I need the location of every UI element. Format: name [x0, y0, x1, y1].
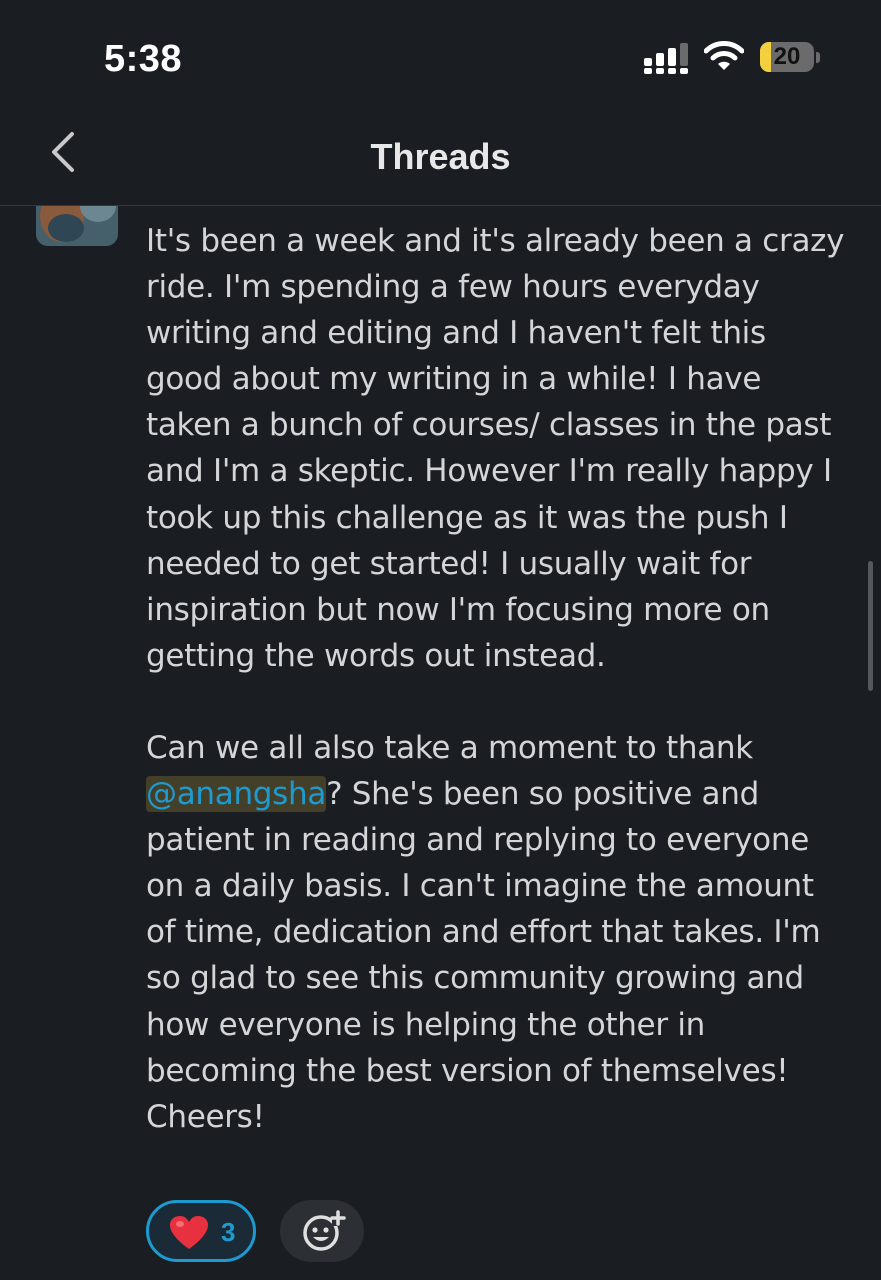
- avatar-image: [36, 206, 118, 246]
- message-paragraph-2: Can we all also take a moment to thank @…: [146, 725, 846, 1140]
- add-reaction-button[interactable]: [280, 1200, 364, 1262]
- message-text-before-mention: Can we all also take a moment to thank: [146, 729, 753, 766]
- heart-icon: [170, 1216, 208, 1249]
- signal-icon: [644, 43, 688, 74]
- user-mention[interactable]: @anangsha: [146, 776, 326, 813]
- avatar[interactable]: [36, 206, 118, 246]
- battery-cap: [816, 52, 820, 63]
- battery-indicator: 20: [760, 42, 820, 74]
- add-reaction-icon: [303, 1210, 346, 1251]
- status-bar: 5:38 20: [0, 0, 881, 110]
- status-time: 5:38: [104, 38, 183, 80]
- reaction-count: 3: [221, 1217, 236, 1247]
- thread-content[interactable]: It's been a week and it's already been a…: [0, 206, 881, 1280]
- message-text-after-mention: ? She's been so positive and patient in …: [146, 776, 821, 1135]
- battery-level: 20: [773, 43, 801, 70]
- message-body: It's been a week and it's already been a…: [146, 218, 846, 1140]
- message-paragraph-1: It's been a week and it's already been a…: [146, 223, 845, 674]
- heart-reaction-button[interactable]: 3: [146, 1200, 256, 1262]
- page-title: Threads: [370, 136, 511, 177]
- nav-bar: Threads: [0, 110, 881, 206]
- battery-body: 20: [760, 42, 814, 72]
- wifi-icon: [704, 41, 744, 70]
- scrollbar[interactable]: [868, 561, 873, 691]
